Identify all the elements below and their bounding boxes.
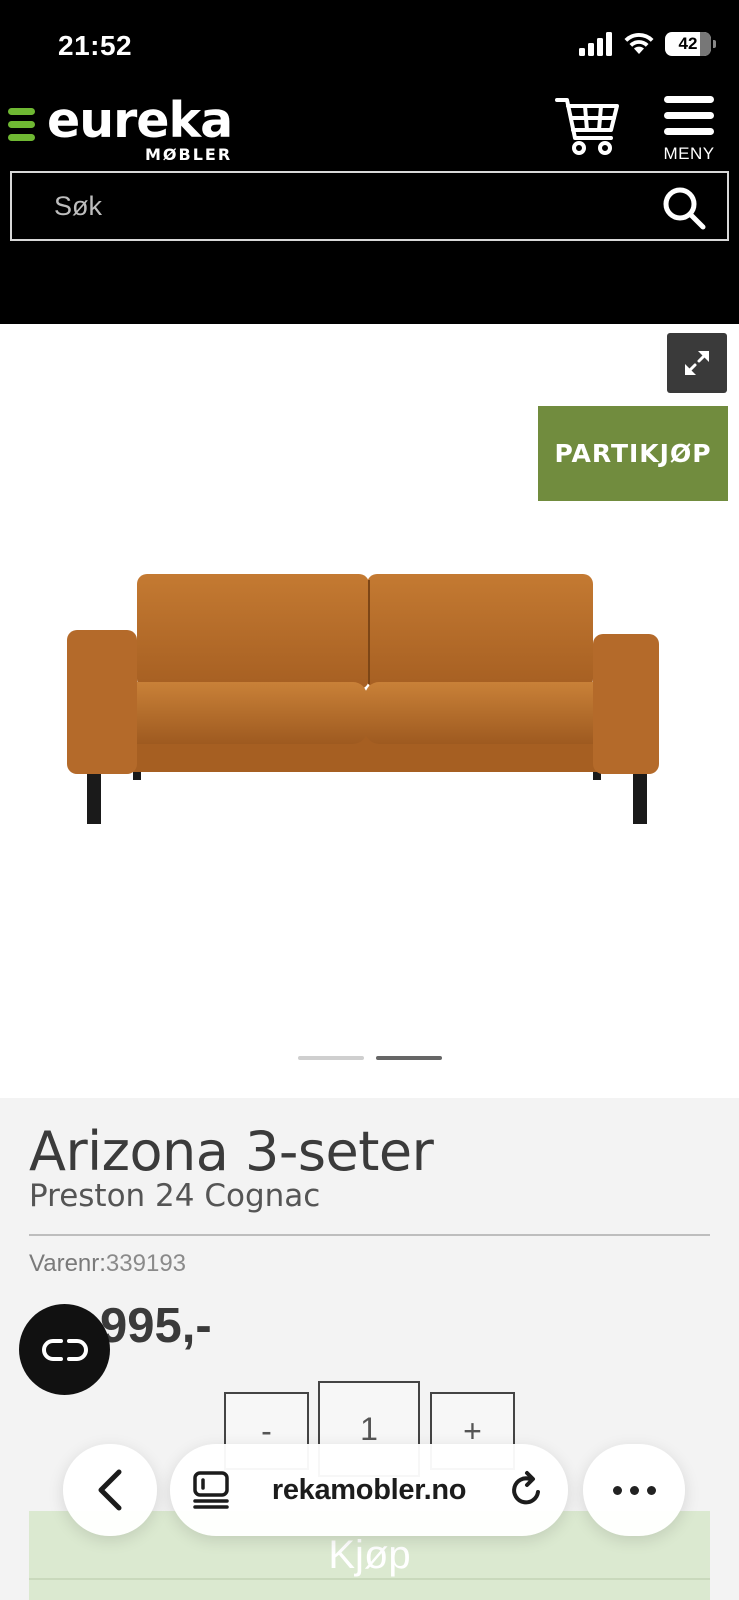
signal-icon: [579, 32, 612, 56]
menu-label: MENY: [663, 144, 715, 163]
product-title: Arizona 3-seter: [29, 1120, 434, 1183]
gallery-pagination: [298, 1056, 442, 1060]
browser-address-bar[interactable]: rekamobler.no: [170, 1444, 568, 1536]
pagination-dot[interactable]: [298, 1056, 364, 1060]
browser-more-button[interactable]: [583, 1444, 685, 1536]
sku-value: 339193: [105, 1250, 187, 1277]
buy-underline: [29, 1578, 710, 1580]
link-icon: [41, 1338, 88, 1361]
site-logo[interactable]: eureka MØBLER: [8, 92, 233, 164]
menu-button[interactable]: MENY: [660, 96, 718, 163]
more-icon: [612, 1485, 656, 1495]
cart-button[interactable]: [555, 96, 621, 158]
sku-label: Varenr:: [29, 1250, 106, 1277]
pagination-dot-active[interactable]: [376, 1056, 442, 1060]
wifi-icon: [624, 32, 654, 54]
expand-icon: [685, 351, 709, 375]
product-image: [67, 574, 659, 824]
browser-back-button[interactable]: [63, 1444, 157, 1536]
search-bar: [10, 171, 729, 241]
hamburger-icon: [660, 96, 718, 135]
page: 21:52 42 eureka MØBLER MENY Søk PARTIKJØ…: [0, 0, 739, 1600]
search-icon[interactable]: [661, 185, 707, 231]
expand-button[interactable]: [667, 333, 727, 393]
logo-word: eureka: [47, 92, 233, 149]
partikjop-badge: PARTIKJØP: [538, 406, 728, 501]
reload-icon[interactable]: [508, 1470, 546, 1510]
site-header: 21:52 42 eureka MØBLER MENY Søk: [0, 0, 739, 324]
battery-level: 42: [678, 34, 698, 53]
product-subtitle: Preston 24 Cognac: [29, 1178, 321, 1214]
battery-icon: 42: [665, 32, 716, 56]
search-input[interactable]: [54, 185, 634, 227]
logo-bars-icon: [8, 108, 35, 141]
tabs-icon[interactable]: [192, 1470, 230, 1510]
product-gallery[interactable]: PARTIKJØP: [0, 324, 739, 1098]
status-time: 21:52: [58, 30, 133, 61]
divider: [29, 1234, 710, 1236]
product-sku: Varenr:339193: [29, 1250, 186, 1278]
browser-url[interactable]: rekamobler.no: [272, 1474, 467, 1507]
cart-icon: [555, 98, 619, 155]
status-icons: 42: [579, 32, 716, 56]
chevron-left-icon: [98, 1469, 122, 1511]
product-price: 995,-: [100, 1299, 212, 1353]
share-button[interactable]: [19, 1304, 110, 1395]
logo-sub: MØBLER: [145, 145, 233, 164]
